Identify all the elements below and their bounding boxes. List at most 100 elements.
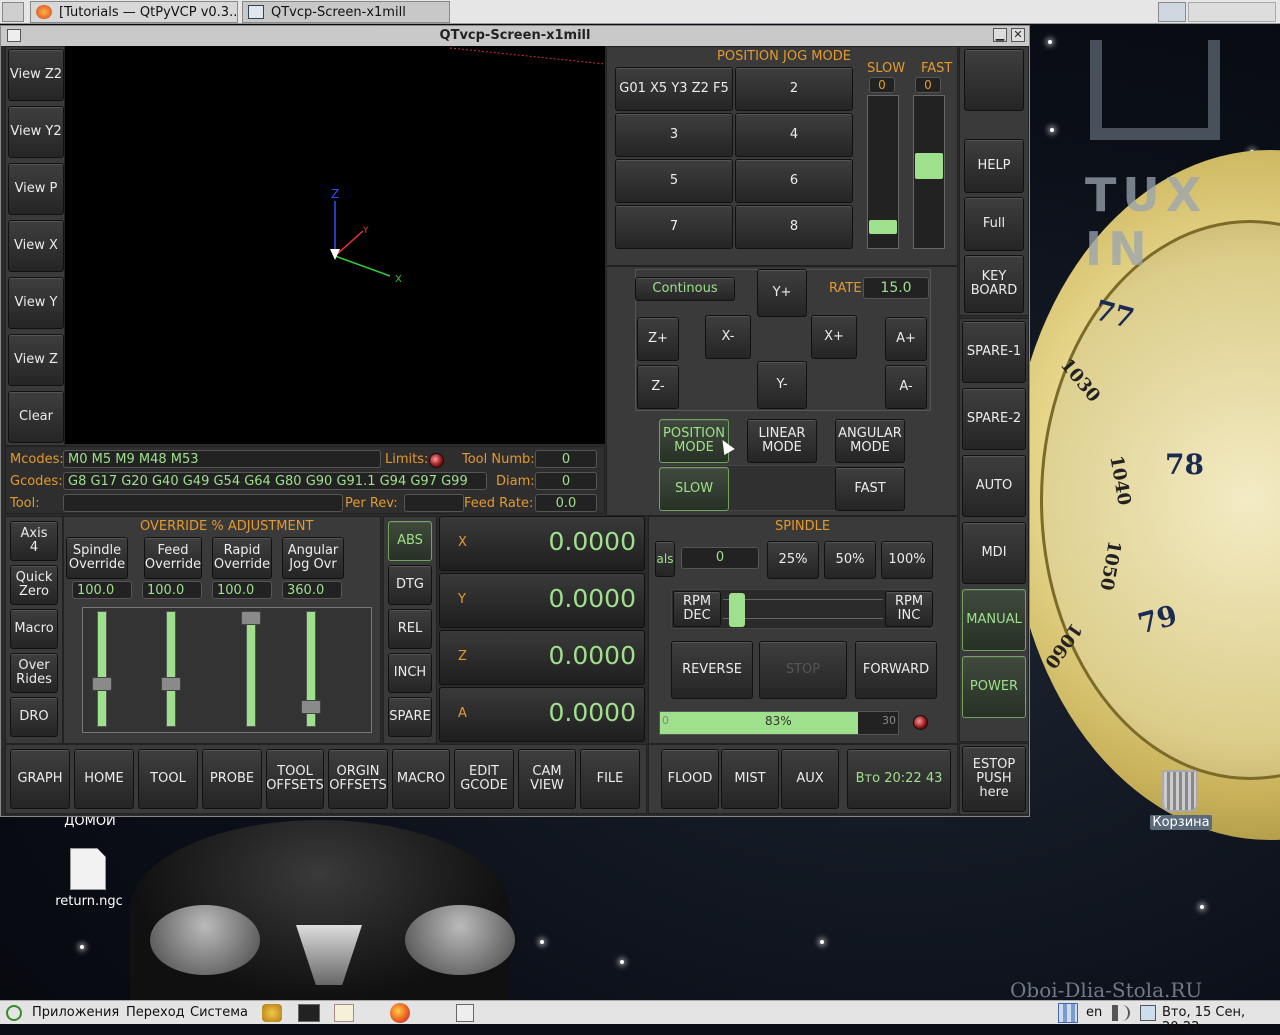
- rpm-slider-handle[interactable]: [729, 593, 745, 627]
- clear-button[interactable]: Clear: [8, 391, 64, 443]
- angular-mode-button[interactable]: ANGULAR MODE: [835, 419, 905, 463]
- workspace-switcher[interactable]: [1158, 2, 1186, 22]
- rpm-inc-button[interactable]: RPM INC: [885, 591, 933, 627]
- applications-menu[interactable]: Приложения: [32, 1005, 119, 1020]
- view-z2-button[interactable]: View Z2: [8, 49, 64, 101]
- abs-button[interactable]: ABS: [388, 521, 432, 561]
- gcode-graphics-view[interactable]: Z Y X: [65, 46, 606, 444]
- fullscreen-button[interactable]: Full: [964, 197, 1024, 251]
- feed-override-handle[interactable]: [161, 677, 181, 691]
- slow-jog-handle[interactable]: [869, 220, 897, 234]
- jog-position-6-button[interactable]: 6: [735, 159, 853, 203]
- inch-button[interactable]: INCH: [388, 653, 432, 693]
- rapid-override-button[interactable]: Rapid Override: [212, 537, 272, 579]
- terminal-icon[interactable]: [298, 1004, 320, 1022]
- spindle-override-slider[interactable]: [97, 611, 107, 727]
- macro-button[interactable]: MACRO: [392, 749, 450, 809]
- spindle-reverse-button[interactable]: REVERSE: [671, 641, 753, 699]
- home-button[interactable]: HOME: [74, 749, 134, 809]
- apps-menu-icon[interactable]: [6, 1005, 22, 1021]
- jog-position-3-button[interactable]: 3: [615, 113, 733, 157]
- rate-field[interactable]: 15.0: [863, 277, 929, 299]
- jog-position-1-button[interactable]: G01 X5 Y3 Z2 F5: [615, 67, 733, 111]
- rel-button[interactable]: REL: [388, 609, 432, 649]
- angular-jog-override-button[interactable]: Angular Jog Ovr: [282, 537, 344, 579]
- jog-x-minus-button[interactable]: X-: [705, 315, 751, 359]
- fast-jog-handle[interactable]: [915, 153, 943, 179]
- trash-label[interactable]: Корзина: [1150, 815, 1212, 830]
- spindle-override-handle[interactable]: [92, 677, 112, 691]
- keyboard-button[interactable]: KEY BOARD: [964, 255, 1024, 313]
- jog-position-5-button[interactable]: 5: [615, 159, 733, 203]
- jog-position-4-button[interactable]: 4: [735, 113, 853, 157]
- places-menu[interactable]: Переход: [126, 1005, 185, 1020]
- firefox-icon[interactable]: [390, 1003, 410, 1023]
- axis-4-button[interactable]: Axis 4: [10, 521, 58, 561]
- estop-button[interactable]: ESTOP PUSH here: [962, 746, 1026, 812]
- origin-offsets-button[interactable]: ORGIN OFFSETS: [328, 749, 388, 809]
- help-button[interactable]: HELP: [964, 139, 1024, 193]
- macro-side-button[interactable]: Macro: [10, 609, 58, 649]
- jog-position-7-button[interactable]: 7: [615, 205, 733, 249]
- volume-icon[interactable]: [1112, 1005, 1130, 1021]
- spare-dro-button[interactable]: SPARE: [388, 697, 432, 737]
- tool-offsets-button[interactable]: TOOL OFFSETS: [266, 749, 324, 809]
- task-tutorials[interactable]: [Tutorials — QtPyVCP v0.3....: [30, 1, 238, 23]
- datetime[interactable]: Вто, 15 Сен, 20:22: [1162, 1005, 1280, 1035]
- settings-icon[interactable]: [1140, 1005, 1156, 1021]
- rapid-override-handle[interactable]: [241, 611, 261, 625]
- spindle-100-button[interactable]: 100%: [881, 541, 933, 579]
- minimize-button[interactable]: ▁: [993, 28, 1007, 42]
- trash-icon[interactable]: [1162, 770, 1198, 812]
- rpm-dec-button[interactable]: RPM DEC: [673, 591, 721, 627]
- spindle-override-button[interactable]: Spindle Override: [66, 537, 128, 579]
- tool-button[interactable]: TOOL: [138, 749, 198, 809]
- auto-mode-button[interactable]: AUTO: [962, 455, 1026, 517]
- window-list-icon[interactable]: [456, 1004, 474, 1022]
- text-editor-icon[interactable]: [334, 1004, 354, 1022]
- spindle-50-button[interactable]: 50%: [824, 541, 876, 579]
- jog-position-2-button[interactable]: 2: [735, 67, 853, 111]
- cam-view-button[interactable]: CAM VIEW: [518, 749, 576, 809]
- view-y2-button[interactable]: View Y2: [8, 106, 64, 158]
- continuous-button[interactable]: Continous: [635, 277, 735, 301]
- view-x-button[interactable]: View X: [8, 220, 64, 272]
- jog-z-minus-button[interactable]: Z-: [637, 365, 679, 409]
- view-z-button[interactable]: View Z: [8, 334, 64, 386]
- angular-jog-override-handle[interactable]: [301, 700, 321, 714]
- flood-button[interactable]: FLOOD: [661, 749, 719, 809]
- edit-gcode-button[interactable]: EDIT GCODE: [454, 749, 514, 809]
- keyboard-layout[interactable]: en: [1086, 1005, 1102, 1020]
- task-qtvcp[interactable]: QTvcp-Screen-x1mill: [242, 1, 450, 23]
- view-y-button[interactable]: View Y: [8, 277, 64, 329]
- quick-zero-button[interactable]: Quick Zero: [10, 565, 58, 605]
- window-menu-icon[interactable]: [7, 29, 21, 42]
- spindle-25-button[interactable]: 25%: [767, 541, 819, 579]
- file-icon-label[interactable]: return.ngc: [48, 894, 130, 909]
- close-button[interactable]: ✕: [1011, 28, 1025, 42]
- aux-button[interactable]: AUX: [781, 749, 839, 809]
- jog-y-plus-button[interactable]: Y+: [757, 269, 807, 317]
- jog-slow-button[interactable]: SLOW: [659, 467, 729, 511]
- probe-button[interactable]: PROBE: [202, 749, 262, 809]
- spare-1-button[interactable]: SPARE-1: [962, 321, 1026, 383]
- spindle-speed-field[interactable]: 0: [681, 547, 759, 569]
- spindle-forward-button[interactable]: FORWARD: [855, 641, 937, 699]
- jog-x-plus-button[interactable]: X+: [811, 315, 857, 359]
- spindle-stop-button[interactable]: STOP: [759, 641, 847, 699]
- power-button[interactable]: POWER: [962, 656, 1026, 718]
- jog-fast-button[interactable]: FAST: [835, 467, 905, 511]
- mist-button[interactable]: MIST: [721, 749, 779, 809]
- jog-y-minus-button[interactable]: Y-: [757, 361, 807, 409]
- workspace-switcher-area[interactable]: [1188, 2, 1276, 22]
- graph-button[interactable]: GRAPH: [10, 749, 70, 809]
- rpm-slider[interactable]: [723, 599, 883, 619]
- dtg-button[interactable]: DTG: [388, 565, 432, 605]
- file-icon[interactable]: [70, 848, 106, 890]
- jog-a-plus-button[interactable]: A+: [885, 317, 927, 361]
- mdi-mode-button[interactable]: MDI: [962, 522, 1026, 584]
- spindle-mode-button[interactable]: als: [655, 541, 675, 577]
- system-menu[interactable]: Система: [190, 1005, 248, 1020]
- linear-mode-button[interactable]: LINEAR MODE: [747, 419, 817, 463]
- jog-z-plus-button[interactable]: Z+: [637, 317, 679, 361]
